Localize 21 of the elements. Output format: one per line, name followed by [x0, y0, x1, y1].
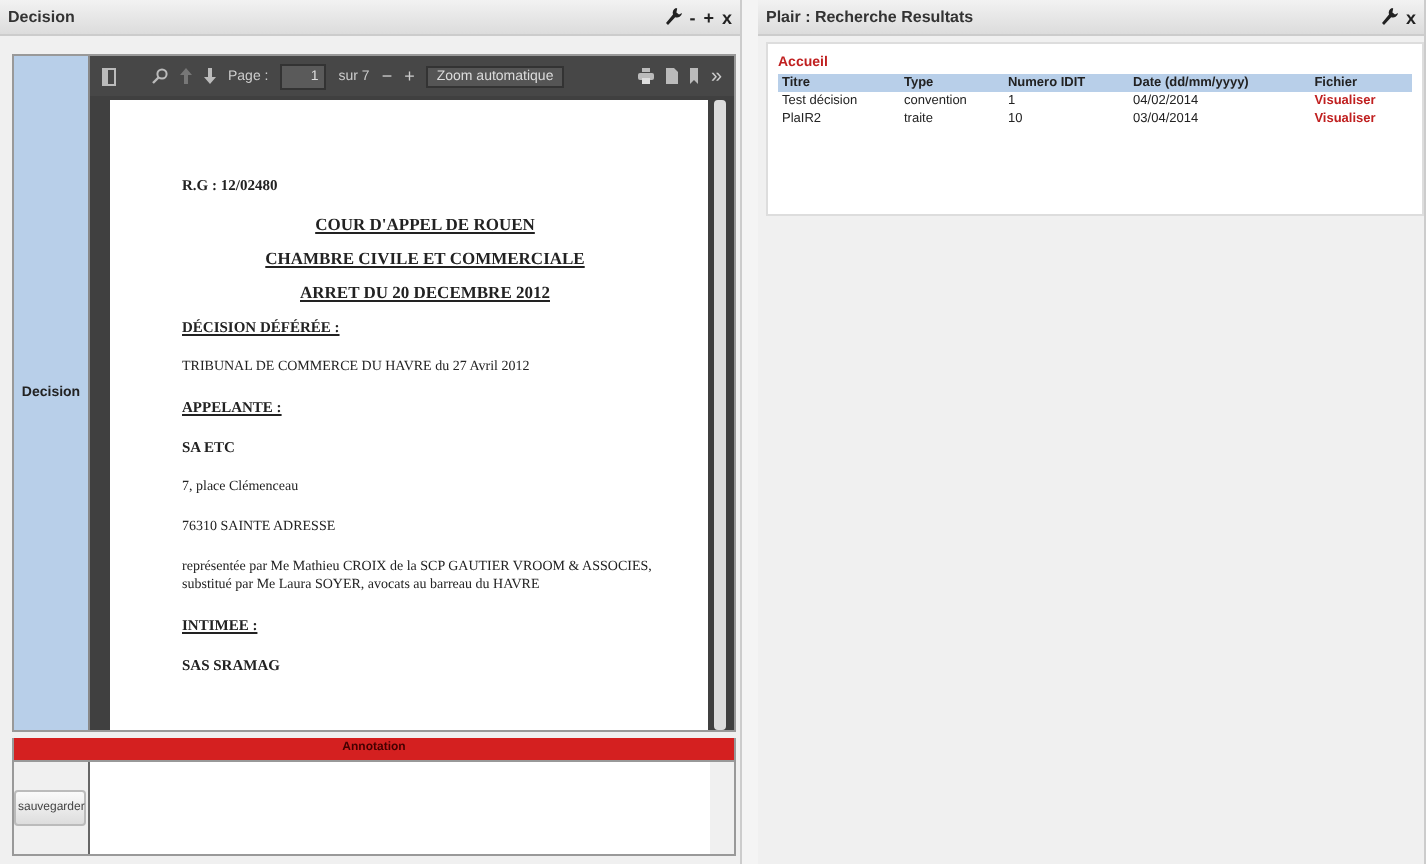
panel-title: Decision: [8, 8, 75, 26]
more-tools-button[interactable]: »: [710, 65, 722, 87]
wrench-icon[interactable]: [1381, 8, 1398, 26]
wrench-icon[interactable]: [665, 8, 682, 26]
panel-control[interactable]: x: [1405, 7, 1416, 27]
print-icon[interactable]: [638, 68, 655, 84]
panel-title: Plair : Recherche Resultats: [766, 8, 974, 26]
search-icon[interactable]: [152, 68, 168, 84]
zoom-in-button[interactable]: +: [404, 66, 415, 86]
panel-control[interactable]: +: [703, 7, 714, 27]
down-arrow-icon[interactable]: [204, 68, 216, 84]
panel-control[interactable]: x: [721, 7, 732, 27]
panel-control[interactable]: -: [689, 7, 696, 27]
document-text: CHAMBRE CIVILE ET COMMERCIALE: [263, 250, 587, 268]
bookmark-icon[interactable]: [690, 68, 699, 84]
document-icon[interactable]: [666, 68, 679, 84]
scrollbar[interactable]: [714, 100, 726, 730]
sidebar-toggle-icon[interactable]: [102, 67, 116, 85]
document-text: ARRET DU 20 DECEMBRE 2012: [298, 284, 552, 302]
document-text: COUR D'APPEL DE ROUEN: [313, 216, 537, 234]
zoom-out-button[interactable]: −: [381, 66, 393, 86]
